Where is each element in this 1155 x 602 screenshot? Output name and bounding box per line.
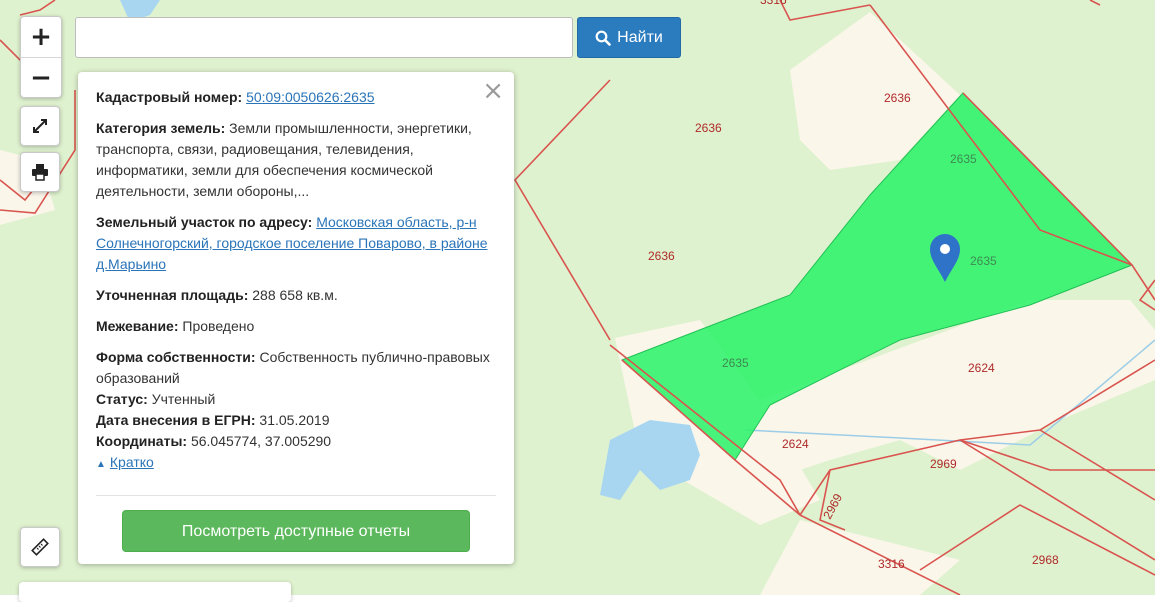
plot-label: 2635 — [970, 254, 997, 268]
coordinates-value: 56.045774, 37.005290 — [190, 433, 332, 449]
ruler-button[interactable] — [20, 527, 60, 567]
cadastral-number-row: Кадастровый номер: 50:09:0050626:2635 — [96, 87, 496, 108]
print-button[interactable] — [20, 152, 60, 192]
collapse-link[interactable]: Кратко — [110, 454, 154, 470]
cadastral-number-link[interactable]: 50:09:0050626:2635 — [246, 89, 374, 105]
survey-row: Межевание: Проведено — [96, 316, 496, 337]
zoom-out-button[interactable]: − — [21, 57, 61, 98]
egrn-date-row: Дата внесения в ЕГРН: 31.05.2019 — [96, 410, 496, 431]
egrn-date-label: Дата внесения в ЕГРН: — [96, 412, 256, 428]
land-category-label: Категория земель: — [96, 120, 226, 136]
zoom-in-button[interactable]: + — [21, 17, 61, 57]
plot-label: 2635 — [722, 356, 749, 370]
ownership-label: Форма собственности: — [96, 349, 256, 365]
search-button[interactable]: Найти — [577, 17, 681, 58]
area-row: Уточненная площадь: 288 658 кв.м. — [96, 285, 496, 306]
plot-label: 2624 — [968, 361, 995, 375]
expand-icon — [33, 119, 47, 133]
plot-label: 2636 — [695, 121, 722, 135]
close-icon[interactable]: × — [482, 78, 504, 104]
fullscreen-button[interactable] — [20, 106, 60, 146]
search-button-label: Найти — [617, 28, 663, 46]
status-label: Статус: — [96, 391, 148, 407]
address-label: Земельный участок по адресу: — [96, 214, 313, 230]
bottom-panel — [19, 582, 291, 602]
view-reports-button[interactable]: Посмотреть доступные отчеты — [122, 510, 470, 552]
ownership-row: Форма собственности: Собственность публи… — [96, 347, 496, 389]
plot-label: 2624 — [782, 437, 809, 451]
area-label: Уточненная площадь: — [96, 287, 249, 303]
area-value: 288 658 кв.м. — [252, 287, 338, 303]
status-value: Учтенный — [151, 391, 216, 407]
card-divider — [96, 495, 496, 496]
cadastral-number-label: Кадастровый номер: — [96, 89, 243, 105]
address-row: Земельный участок по адресу: Московская … — [96, 212, 496, 275]
plot-label: 3316 — [878, 557, 905, 571]
printer-icon — [32, 164, 48, 181]
zoom-control: + − — [20, 16, 62, 98]
plot-label: 2969 — [930, 457, 957, 471]
plot-label: 2636 — [648, 249, 675, 263]
coordinates-row: Координаты: 56.045774, 37.005290 — [96, 431, 496, 452]
plot-label: 2636 — [884, 91, 911, 105]
status-row: Статус: Учтенный — [96, 389, 496, 410]
plot-label: 2969 — [820, 491, 845, 521]
beige-area-bottom — [760, 520, 960, 595]
parcel-info-card: × Кадастровый номер: 50:09:0050626:2635 … — [78, 72, 514, 564]
lake — [600, 420, 700, 500]
plot-label: 2635 — [950, 152, 977, 166]
plot-label: 3316 — [760, 0, 787, 7]
collapse-row: ▲ Кратко — [96, 452, 496, 475]
survey-value: Проведено — [182, 318, 255, 334]
land-category-row: Категория земель: Земли промышленности, … — [96, 118, 496, 202]
ruler-icon — [31, 538, 49, 556]
plot-label: 2968 — [1032, 553, 1059, 567]
search-input[interactable] — [75, 17, 573, 58]
caret-up-icon: ▲ — [96, 459, 106, 470]
coordinates-label: Координаты: — [96, 433, 188, 449]
search-icon — [595, 30, 611, 46]
egrn-date-value: 31.05.2019 — [259, 412, 330, 428]
survey-label: Межевание: — [96, 318, 179, 334]
